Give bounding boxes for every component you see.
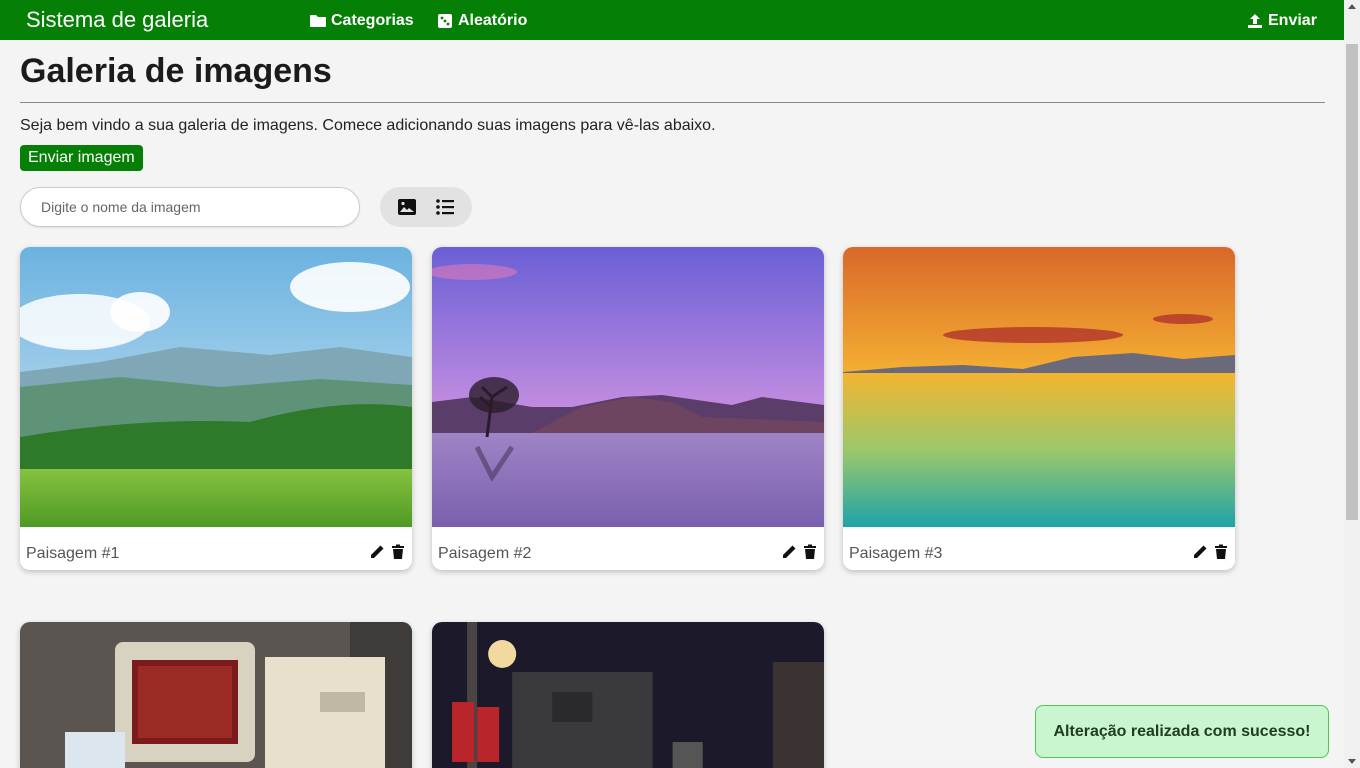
card-caption: Paisagem #2 bbox=[438, 545, 532, 562]
pencil-icon[interactable] bbox=[781, 544, 797, 560]
nav-categories-label: Categorias bbox=[331, 12, 414, 29]
gallery-image-night-street[interactable] bbox=[432, 622, 824, 768]
pencil-icon[interactable] bbox=[1192, 544, 1208, 560]
card-actions bbox=[1192, 544, 1229, 560]
scroll-thumb[interactable] bbox=[1346, 44, 1358, 520]
upload-icon bbox=[1248, 14, 1262, 28]
gallery-image-landscape-1[interactable] bbox=[20, 247, 412, 527]
image-search-input[interactable] bbox=[20, 187, 360, 227]
scroll-down-arrow-icon[interactable] bbox=[1347, 756, 1357, 766]
nav-upload-label: Enviar bbox=[1268, 12, 1317, 29]
page-title: Galeria de imagens bbox=[20, 52, 332, 90]
title-divider bbox=[20, 102, 1325, 103]
gallery-card[interactable]: Paisagem #1 bbox=[20, 247, 412, 570]
trash-icon[interactable] bbox=[802, 544, 818, 560]
nav-random-label: Aleatório bbox=[458, 12, 528, 29]
gallery-image-landscape-3[interactable] bbox=[843, 247, 1235, 527]
view-mode-toggle bbox=[380, 187, 472, 227]
card-caption: Paisagem #3 bbox=[849, 545, 943, 562]
gallery-image-landscape-2[interactable] bbox=[432, 247, 824, 527]
gallery-card[interactable]: Paisagem #3 bbox=[843, 247, 1235, 570]
scroll-up-arrow-icon[interactable] bbox=[1347, 2, 1357, 12]
upload-image-button[interactable]: Enviar imagem bbox=[20, 145, 143, 171]
top-navbar: Sistema de galeria Categorias Aleatório … bbox=[0, 0, 1344, 40]
success-toast[interactable]: Alteração realizada com sucesso! bbox=[1035, 705, 1329, 758]
card-actions bbox=[369, 544, 406, 560]
list-icon[interactable] bbox=[435, 197, 455, 217]
image-grid-icon[interactable] bbox=[397, 197, 417, 217]
card-caption: Paisagem #1 bbox=[26, 545, 120, 562]
gallery-card[interactable]: Paisagem #2 bbox=[432, 247, 824, 570]
trash-icon[interactable] bbox=[390, 544, 406, 560]
gallery-card[interactable] bbox=[20, 622, 412, 768]
page-scrollbar[interactable] bbox=[1344, 0, 1360, 768]
intro-text: Seja bem vindo a sua galeria de imagens.… bbox=[20, 117, 716, 134]
pencil-icon[interactable] bbox=[369, 544, 385, 560]
brand-title[interactable]: Sistema de galeria bbox=[26, 7, 208, 33]
nav-random-link[interactable]: Aleatório bbox=[437, 12, 527, 30]
trash-icon[interactable] bbox=[1213, 544, 1229, 560]
nav-upload-link[interactable]: Enviar bbox=[1247, 12, 1317, 30]
folder-icon bbox=[310, 15, 326, 27]
gallery-image-retro-computer[interactable] bbox=[20, 622, 412, 768]
dice-icon bbox=[438, 14, 452, 28]
nav-categories-link[interactable]: Categorias bbox=[310, 12, 414, 30]
gallery-card[interactable] bbox=[432, 622, 824, 768]
card-actions bbox=[781, 544, 818, 560]
